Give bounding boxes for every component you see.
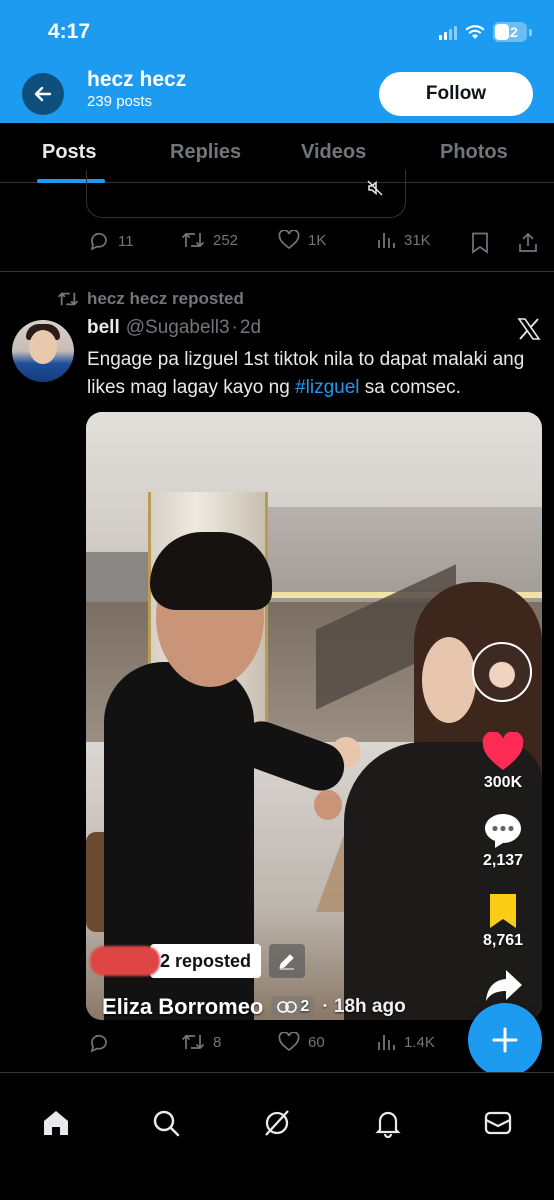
tweet-video[interactable]: 300K 2,137 8,761 2 reposted Eliza Borrom… [86, 412, 542, 1020]
view-count: 31K [404, 231, 431, 249]
reposted-indicator[interactable]: hecz hecz reposted [57, 289, 244, 309]
tiktok-save[interactable]: 8,761 [472, 892, 534, 950]
views-icon [378, 1035, 395, 1050]
notifications-icon [375, 1111, 401, 1138]
reply-icon [90, 232, 107, 251]
messages-icon [484, 1111, 512, 1135]
wifi-icon [465, 25, 485, 39]
nav-home[interactable] [40, 1107, 72, 1139]
nav-messages[interactable] [482, 1107, 514, 1139]
tiktok-user-line: Eliza Borromeo 2 · 18h ago [102, 994, 406, 1020]
tweet-text: Engage pa lizguel 1st tiktok nila to dap… [87, 346, 547, 402]
reply-icon [90, 1034, 107, 1053]
nav-search[interactable] [150, 1107, 182, 1139]
reply-count: 11 [118, 232, 134, 250]
tiktok-creator-avatar[interactable] [472, 642, 532, 702]
tiktok-like-count: 300K [483, 774, 523, 791]
reply-button[interactable] [88, 1032, 118, 1054]
battery-icon: 12 [493, 22, 532, 42]
tiktok-reposted-badge: 2 reposted [90, 944, 306, 978]
author-name[interactable]: bell [87, 317, 120, 339]
profile-header: 4:17 12 hecz hecz 239 posts Follow [0, 0, 554, 123]
status-icons: 12 [439, 22, 532, 42]
tiktok-like[interactable]: 300K [472, 732, 534, 792]
tweet-time: 2d [239, 317, 262, 338]
views-button[interactable]: 1.4K [376, 1032, 435, 1052]
heart-icon [278, 230, 300, 250]
woman-face [422, 637, 476, 723]
home-icon [44, 1111, 68, 1135]
like-count: 60 [308, 1033, 325, 1051]
post-divider [0, 271, 554, 272]
search-icon [153, 1110, 180, 1137]
heart-filled-icon [482, 732, 524, 770]
author-avatar[interactable] [12, 320, 74, 382]
tab-videos[interactable]: Videos [301, 141, 366, 164]
view-count: 1.4K [404, 1033, 435, 1051]
bookmark-icon[interactable] [471, 232, 489, 254]
nav-notifications[interactable] [372, 1107, 404, 1139]
man-hair [150, 532, 272, 610]
like-button[interactable]: 1K [278, 230, 326, 250]
views-button[interactable]: 31K [376, 230, 431, 250]
tweet-text-part: sa comsec. [359, 377, 461, 398]
collab-icon [277, 1001, 298, 1013]
repost-button[interactable]: 8 [181, 1032, 221, 1052]
battery-level: 12 [502, 24, 518, 40]
tab-posts[interactable]: Posts [42, 141, 96, 164]
repost-button[interactable]: 252 [181, 230, 238, 250]
follow-button[interactable]: Follow [379, 72, 533, 116]
repost-count: 8 [213, 1033, 222, 1051]
like-button[interactable]: 60 [278, 1032, 325, 1052]
plus-icon [492, 1027, 518, 1053]
repost-icon [181, 1034, 205, 1050]
profile-name: hecz hecz [87, 68, 187, 91]
signal-icon [439, 24, 457, 40]
compose-button[interactable] [468, 1003, 542, 1077]
tiktok-collab-count: 2 [300, 998, 310, 1015]
back-button[interactable] [22, 73, 64, 115]
arrow-left-icon [34, 86, 52, 102]
tiktok-share-icon[interactable] [484, 968, 524, 1004]
author-handle[interactable]: @Sugabell3 [126, 317, 230, 339]
tiktok-comment[interactable]: 2,137 [472, 812, 534, 870]
grok-icon [265, 1110, 289, 1136]
previous-post-media[interactable] [86, 170, 406, 218]
comment-bubble-icon [485, 814, 521, 848]
separator-dot: · [231, 317, 238, 338]
tiktok-reposted-label: 2 reposted [150, 944, 262, 978]
reposted-by-label: hecz hecz reposted [87, 289, 244, 308]
bottom-navigation [0, 1072, 554, 1200]
like-count: 1K [308, 231, 327, 249]
heart-icon [278, 1032, 300, 1052]
nav-grok[interactable] [261, 1107, 293, 1139]
redacted-mark [90, 946, 160, 976]
hashtag-link[interactable]: #lizguel [295, 377, 359, 398]
man-hand [314, 790, 342, 820]
tab-photos[interactable]: Photos [440, 141, 508, 164]
tiktok-save-count: 8,761 [482, 932, 524, 949]
repost-icon [181, 232, 205, 248]
tiktok-time-ago: · 18h ago [322, 996, 406, 1017]
edit-icon-box[interactable] [269, 944, 306, 978]
pencil-icon [279, 954, 295, 970]
previous-post-actions: 11 252 1K 31K [0, 230, 554, 256]
repost-icon [57, 292, 79, 306]
repost-count: 252 [213, 231, 239, 249]
tiktok-user-name[interactable]: Eliza Borromeo [102, 994, 263, 1020]
tweet-author-line: bell @Sugabell3 · 2d [87, 317, 261, 339]
reply-button[interactable]: 11 [88, 230, 134, 252]
muted-speaker-icon[interactable] [367, 180, 383, 196]
status-time: 4:17 [48, 20, 91, 43]
bookmark-filled-icon [490, 894, 516, 928]
x-logo-icon [517, 318, 541, 340]
tiktok-comment-count: 2,137 [482, 852, 524, 869]
views-icon [378, 233, 395, 248]
profile-post-count: 239 posts [87, 93, 153, 110]
tab-replies[interactable]: Replies [170, 141, 241, 164]
tiktok-collab-badge: 2 [271, 996, 315, 1018]
share-icon[interactable] [517, 231, 539, 253]
